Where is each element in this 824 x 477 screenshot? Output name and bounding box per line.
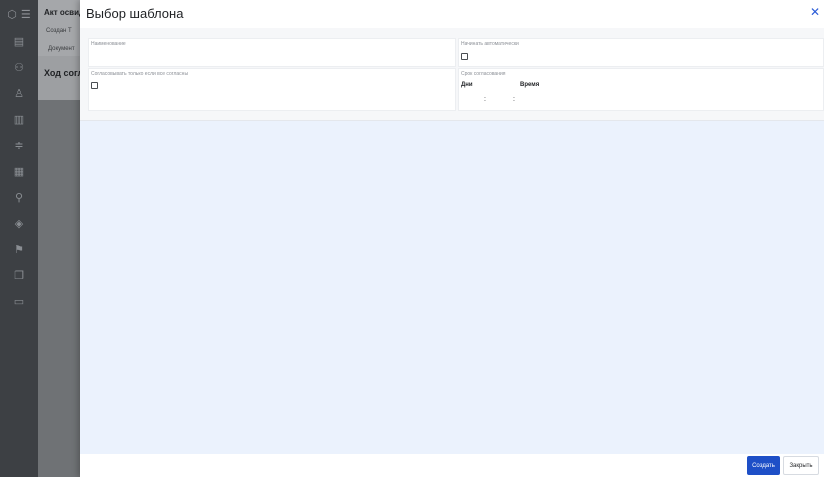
name-field[interactable]: Наименование bbox=[88, 38, 456, 67]
app-sidebar: ⬡ ☰ ▤ ⚇ ♙ ▥ ≑ ▦ ⚲ ◈ ⚑ ❐ ▭ bbox=[0, 0, 38, 477]
auto-start-field: Начинать автоматически bbox=[458, 38, 824, 67]
deadline-label: Срок согласования bbox=[461, 71, 506, 77]
close-icon[interactable]: ✕ bbox=[808, 5, 822, 19]
stack-icon[interactable]: ◈ bbox=[0, 210, 38, 236]
background-title: Акт освид bbox=[44, 8, 85, 17]
background-tabs: Создан Т bbox=[46, 28, 72, 34]
board-icon[interactable]: ▤ bbox=[0, 28, 38, 54]
document-icon[interactable]: ▥ bbox=[0, 106, 38, 132]
template-form: Наименование Начинать автоматически Согл… bbox=[80, 28, 824, 121]
background-section-title: Ход согл bbox=[44, 68, 84, 78]
modal-footer: Создать Закрыть bbox=[80, 454, 824, 477]
close-button[interactable]: Закрыть bbox=[783, 456, 819, 475]
days-input[interactable]: : bbox=[484, 96, 486, 103]
person-icon[interactable]: ♙ bbox=[0, 80, 38, 106]
modal-content-area bbox=[80, 121, 824, 454]
flag-icon[interactable]: ⚑ bbox=[0, 236, 38, 262]
create-button[interactable]: Создать bbox=[747, 456, 780, 475]
background-tab-document: Документ bbox=[48, 46, 75, 52]
files-icon[interactable]: ❐ bbox=[0, 262, 38, 288]
filter-icon[interactable]: ≑ bbox=[0, 132, 38, 158]
approve-all-label: Согласовывать только если все согласны bbox=[91, 71, 189, 77]
name-label: Наименование bbox=[91, 41, 126, 47]
days-label: Дни bbox=[461, 82, 473, 88]
auto-start-checkbox[interactable] bbox=[461, 53, 468, 60]
deadline-field: Срок согласования Дни Время : : bbox=[458, 68, 824, 111]
time-label: Время bbox=[520, 82, 540, 88]
tree-icon[interactable]: ⚲ bbox=[0, 184, 38, 210]
chart-icon[interactable]: ▭ bbox=[0, 288, 38, 314]
modal-header: Выбор шаблона ✕ bbox=[80, 0, 824, 29]
list-icon[interactable]: ▦ bbox=[0, 158, 38, 184]
time-input[interactable]: : bbox=[513, 96, 515, 103]
logo-icon: ⬡ bbox=[7, 8, 17, 21]
sidebar-header: ⬡ ☰ bbox=[0, 0, 38, 28]
menu-icon[interactable]: ☰ bbox=[21, 8, 31, 21]
approve-all-field: Согласовывать только если все согласны bbox=[88, 68, 456, 111]
approve-all-checkbox[interactable] bbox=[91, 82, 98, 89]
modal-title: Выбор шаблона bbox=[86, 6, 184, 21]
auto-start-label: Начинать автоматически bbox=[461, 41, 519, 47]
users-icon[interactable]: ⚇ bbox=[0, 54, 38, 80]
template-select-modal: Выбор шаблона ✕ Наименование Начинать ав… bbox=[80, 0, 824, 477]
